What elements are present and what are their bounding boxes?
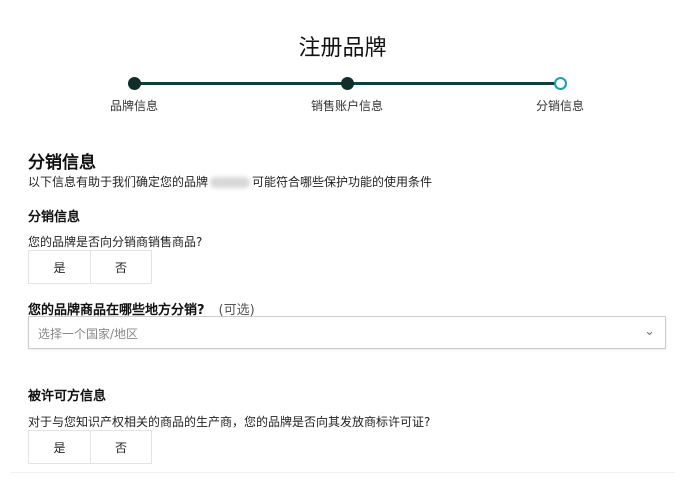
- step-dot-brand[interactable]: [128, 77, 141, 90]
- page-title: 注册品牌: [298, 36, 387, 61]
- distribution-heading: 分销信息: [28, 210, 81, 225]
- section-heading: 分销信息: [28, 153, 96, 173]
- section-description: 以下信息有助于我们确定您的品牌 可能符合哪些保护功能的使用条件: [28, 173, 432, 190]
- step-label: 分销信息: [535, 99, 584, 113]
- distribution-yes-no-toggle: 是 否: [28, 250, 152, 284]
- divider: [10, 472, 675, 473]
- licensee-heading: 被许可方信息: [28, 389, 107, 404]
- description-text: 以下信息有助于我们确定您的品牌: [28, 175, 209, 189]
- chevron-down-icon: ⌄: [644, 324, 655, 339]
- yes-button[interactable]: 是: [29, 431, 90, 463]
- region-select-placeholder: 选择一个国家/地区: [38, 327, 139, 341]
- yes-button[interactable]: 是: [29, 251, 90, 283]
- no-button[interactable]: 否: [90, 431, 151, 463]
- description-text: 可能符合哪些保护功能的使用条件: [252, 175, 433, 189]
- no-button[interactable]: 否: [90, 251, 151, 283]
- redacted-brand-name: [210, 177, 251, 188]
- licensee-yes-no-toggle: 是 否: [28, 430, 152, 464]
- step-label: 品牌信息: [109, 99, 158, 113]
- step-dot-distribution[interactable]: [554, 77, 567, 90]
- licensee-question: 对于与您知识产权相关的商品的生产商，您的品牌是否向其发放商标许可证?: [28, 415, 431, 429]
- step-dot-account[interactable]: [341, 77, 354, 90]
- step-label: 销售账户信息: [310, 99, 383, 113]
- distribution-question: 您的品牌是否向分销商销售商品?: [28, 235, 203, 249]
- region-select[interactable]: 选择一个国家/地区 ⌄: [28, 316, 666, 349]
